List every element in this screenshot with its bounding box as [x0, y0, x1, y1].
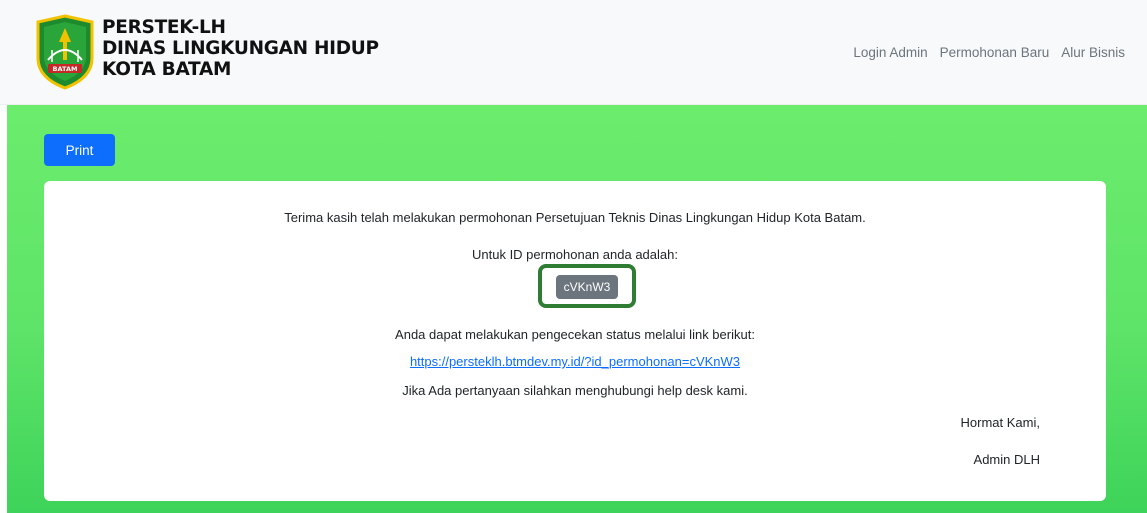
top-navbar: BATAM PERSTEK-LH DINAS LINGKUNGAN HIDUP …	[0, 0, 1147, 105]
nav-link-alur-bisnis[interactable]: Alur Bisnis	[1061, 45, 1125, 60]
regards-text: Hormat Kami,	[960, 415, 1040, 430]
id-intro-text: Untuk ID permohonan anda adalah:	[472, 247, 678, 262]
thank-you-message: Terima kasih telah melakukan permohonan …	[284, 210, 866, 225]
nav-link-permohonan-baru[interactable]: Permohonan Baru	[940, 45, 1050, 60]
print-button[interactable]: Print	[44, 134, 115, 166]
brand-title[interactable]: PERSTEK-LH DINAS LINGKUNGAN HIDUP KOTA B…	[102, 17, 379, 80]
brand-line-1: PERSTEK-LH	[102, 17, 226, 38]
brand-line-2: DINAS LINGKUNGAN HIDUP	[102, 38, 379, 59]
batam-emblem-icon[interactable]: BATAM	[34, 14, 96, 90]
main-nav: Login Admin Permohonan Baru Alur Bisnis	[853, 45, 1125, 60]
helpdesk-text: Jika Ada pertanyaan silahkan menghubungi…	[402, 383, 748, 398]
logo-text: BATAM	[53, 65, 78, 73]
confirmation-card: Terima kasih telah melakukan permohonan …	[44, 181, 1106, 501]
status-check-text: Anda dapat melakukan pengecekan status m…	[395, 327, 755, 342]
nav-link-login-admin[interactable]: Login Admin	[853, 45, 927, 60]
brand-line-3: KOTA BATAM	[102, 59, 232, 80]
status-link-wrapper: https://persteklh.btmdev.my.id/?id_permo…	[44, 354, 1106, 369]
request-id-badge: cVKnW3	[556, 275, 618, 299]
signature-text: Admin DLH	[973, 452, 1040, 467]
status-link[interactable]: https://persteklh.btmdev.my.id/?id_permo…	[410, 354, 740, 369]
